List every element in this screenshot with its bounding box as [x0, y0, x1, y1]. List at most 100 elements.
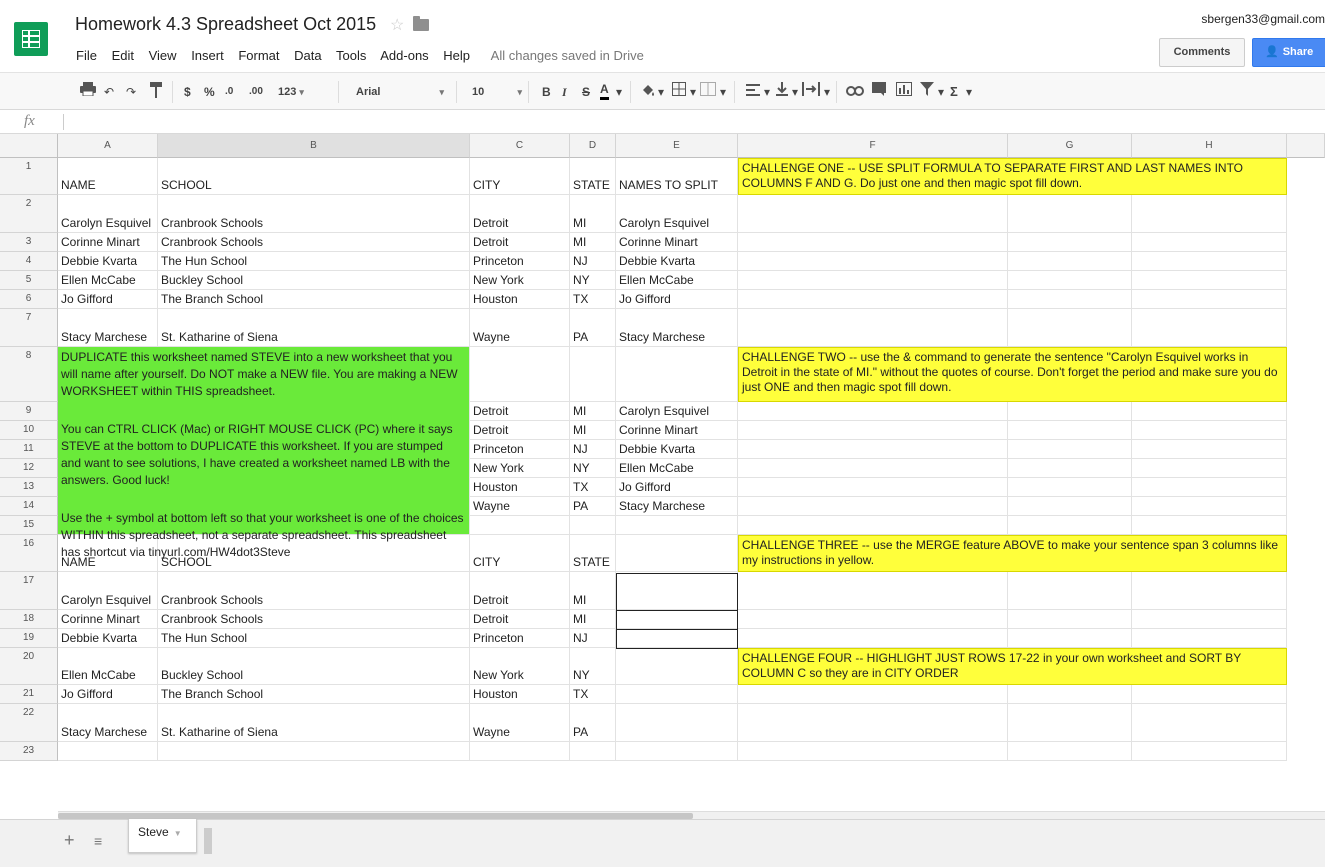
menu-insert[interactable]: Insert — [191, 48, 224, 63]
cell-c17[interactable]: Detroit — [470, 572, 570, 610]
cell-a22[interactable]: Stacy Marchese — [58, 704, 158, 742]
row-header-6[interactable]: 6 — [0, 290, 58, 309]
column-header-e[interactable]: E — [616, 134, 738, 158]
cell-e5[interactable]: Ellen McCabe — [616, 271, 738, 290]
menu-view[interactable]: View — [149, 48, 177, 63]
grid-cell[interactable] — [738, 440, 1008, 459]
cell-d9[interactable]: MI — [570, 402, 616, 421]
menu-tools[interactable]: Tools — [336, 48, 366, 63]
grid-cell[interactable] — [1008, 742, 1132, 761]
cell-b20[interactable]: Buckley School — [158, 648, 470, 685]
cell-c18[interactable]: Detroit — [470, 610, 570, 629]
grid-cell[interactable] — [1008, 610, 1132, 629]
cell-e14[interactable]: Stacy Marchese — [616, 497, 738, 516]
cell-c21[interactable]: Houston — [470, 685, 570, 704]
grid-cell[interactable] — [1008, 290, 1132, 309]
cell-e4[interactable]: Debbie Kvarta — [616, 252, 738, 271]
chevron-down-icon[interactable]: ▾ — [616, 82, 622, 102]
row-header-3[interactable]: 3 — [0, 233, 58, 252]
cell-d17[interactable]: MI — [570, 572, 616, 610]
insert-link-icon[interactable] — [846, 82, 864, 102]
vertical-align-icon[interactable] — [776, 82, 788, 102]
row-header-16[interactable]: 16 — [0, 535, 58, 572]
cell-c20[interactable]: New York — [470, 648, 570, 685]
grid-cell[interactable] — [738, 572, 1008, 610]
grid-cell[interactable] — [1008, 421, 1132, 440]
formula-bar[interactable]: fx — [0, 111, 1325, 134]
row-header-17[interactable]: 17 — [0, 572, 58, 610]
grid-cell[interactable] — [1132, 421, 1287, 440]
grid-cell[interactable] — [616, 648, 738, 685]
column-header-c[interactable]: C — [470, 134, 570, 158]
row-header-11[interactable]: 11 — [0, 440, 58, 459]
sheets-logo[interactable] — [0, 0, 63, 70]
cell-b17[interactable]: Cranbrook Schools — [158, 572, 470, 610]
row-header-13[interactable]: 13 — [0, 478, 58, 497]
grid-cell[interactable] — [616, 704, 738, 742]
cell-c4[interactable]: Princeton — [470, 252, 570, 271]
row-header-4[interactable]: 4 — [0, 252, 58, 271]
grid-cell[interactable] — [470, 347, 570, 402]
cell-e13[interactable]: Jo Gifford — [616, 478, 738, 497]
grid-cell[interactable] — [1132, 704, 1287, 742]
row-header-2[interactable]: 2 — [0, 195, 58, 233]
row-header-10[interactable]: 10 — [0, 421, 58, 440]
font-family-dropdown[interactable]: Arial ▾ — [356, 82, 444, 102]
grid-cell[interactable] — [470, 742, 570, 761]
row-header-19[interactable]: 19 — [0, 629, 58, 648]
grid-cell[interactable] — [1132, 572, 1287, 610]
grid-cell[interactable] — [58, 742, 158, 761]
number-format-dropdown[interactable]: 123 ▾ — [278, 82, 304, 102]
cell-c2[interactable]: Detroit — [470, 195, 570, 233]
chevron-down-icon[interactable]: ▾ — [792, 82, 798, 102]
decrease-decimal-button[interactable]: .0 — [225, 82, 233, 102]
cell-d13[interactable]: TX — [570, 478, 616, 497]
cell-a7[interactable]: Stacy Marchese — [58, 309, 158, 347]
grid-cell[interactable] — [738, 195, 1008, 233]
sheet-list-icon[interactable]: ≡ — [94, 833, 102, 849]
cell-b1[interactable]: SCHOOL — [158, 158, 470, 195]
undo-icon[interactable]: ↶ — [104, 82, 114, 102]
column-header-d[interactable]: D — [570, 134, 616, 158]
cell-d18[interactable]: MI — [570, 610, 616, 629]
grid-cell[interactable] — [616, 516, 738, 535]
cell-e10[interactable]: Corinne Minart — [616, 421, 738, 440]
user-email[interactable]: sbergen33@gmail.com — [1201, 12, 1325, 26]
bold-button[interactable]: B — [542, 82, 551, 102]
grid-cell[interactable] — [1132, 459, 1287, 478]
grid-cell[interactable] — [1132, 742, 1287, 761]
grid-cell[interactable] — [738, 742, 1008, 761]
grid-cell[interactable] — [1008, 195, 1132, 233]
grid-cell[interactable] — [1132, 402, 1287, 421]
cell-b6[interactable]: The Branch School — [158, 290, 470, 309]
grid-cell[interactable] — [1008, 402, 1132, 421]
chevron-down-icon[interactable]: ▼ — [174, 829, 182, 838]
chevron-down-icon[interactable]: ▾ — [938, 82, 944, 102]
borders-icon[interactable] — [672, 82, 686, 102]
chevron-down-icon[interactable]: ▾ — [966, 82, 972, 102]
grid-cell[interactable] — [158, 742, 470, 761]
filter-icon[interactable] — [920, 82, 934, 102]
cell-a20[interactable]: Ellen McCabe — [58, 648, 158, 685]
insert-chart-icon[interactable] — [896, 82, 912, 102]
grid-cell[interactable] — [1132, 252, 1287, 271]
cell-d4[interactable]: NJ — [570, 252, 616, 271]
row-header-5[interactable]: 5 — [0, 271, 58, 290]
grid-cell[interactable] — [1008, 629, 1132, 648]
grid-cell[interactable] — [616, 742, 738, 761]
percent-format-button[interactable]: % — [204, 82, 215, 102]
cell-a17[interactable]: Carolyn Esquivel — [58, 572, 158, 610]
cell-a21[interactable]: Jo Gifford — [58, 685, 158, 704]
select-all-corner[interactable] — [0, 134, 58, 158]
grid-cell[interactable] — [1008, 271, 1132, 290]
folder-icon[interactable] — [413, 16, 429, 31]
grid-cell[interactable] — [1132, 440, 1287, 459]
grid-cell[interactable] — [616, 535, 738, 572]
cell-a5[interactable]: Ellen McCabe — [58, 271, 158, 290]
cell-e7[interactable]: Stacy Marchese — [616, 309, 738, 347]
column-header-g[interactable]: G — [1008, 134, 1132, 158]
column-header-b[interactable]: B — [158, 134, 470, 158]
row-header-12[interactable]: 12 — [0, 459, 58, 478]
grid-cell[interactable] — [1008, 309, 1132, 347]
cell-d2[interactable]: MI — [570, 195, 616, 233]
